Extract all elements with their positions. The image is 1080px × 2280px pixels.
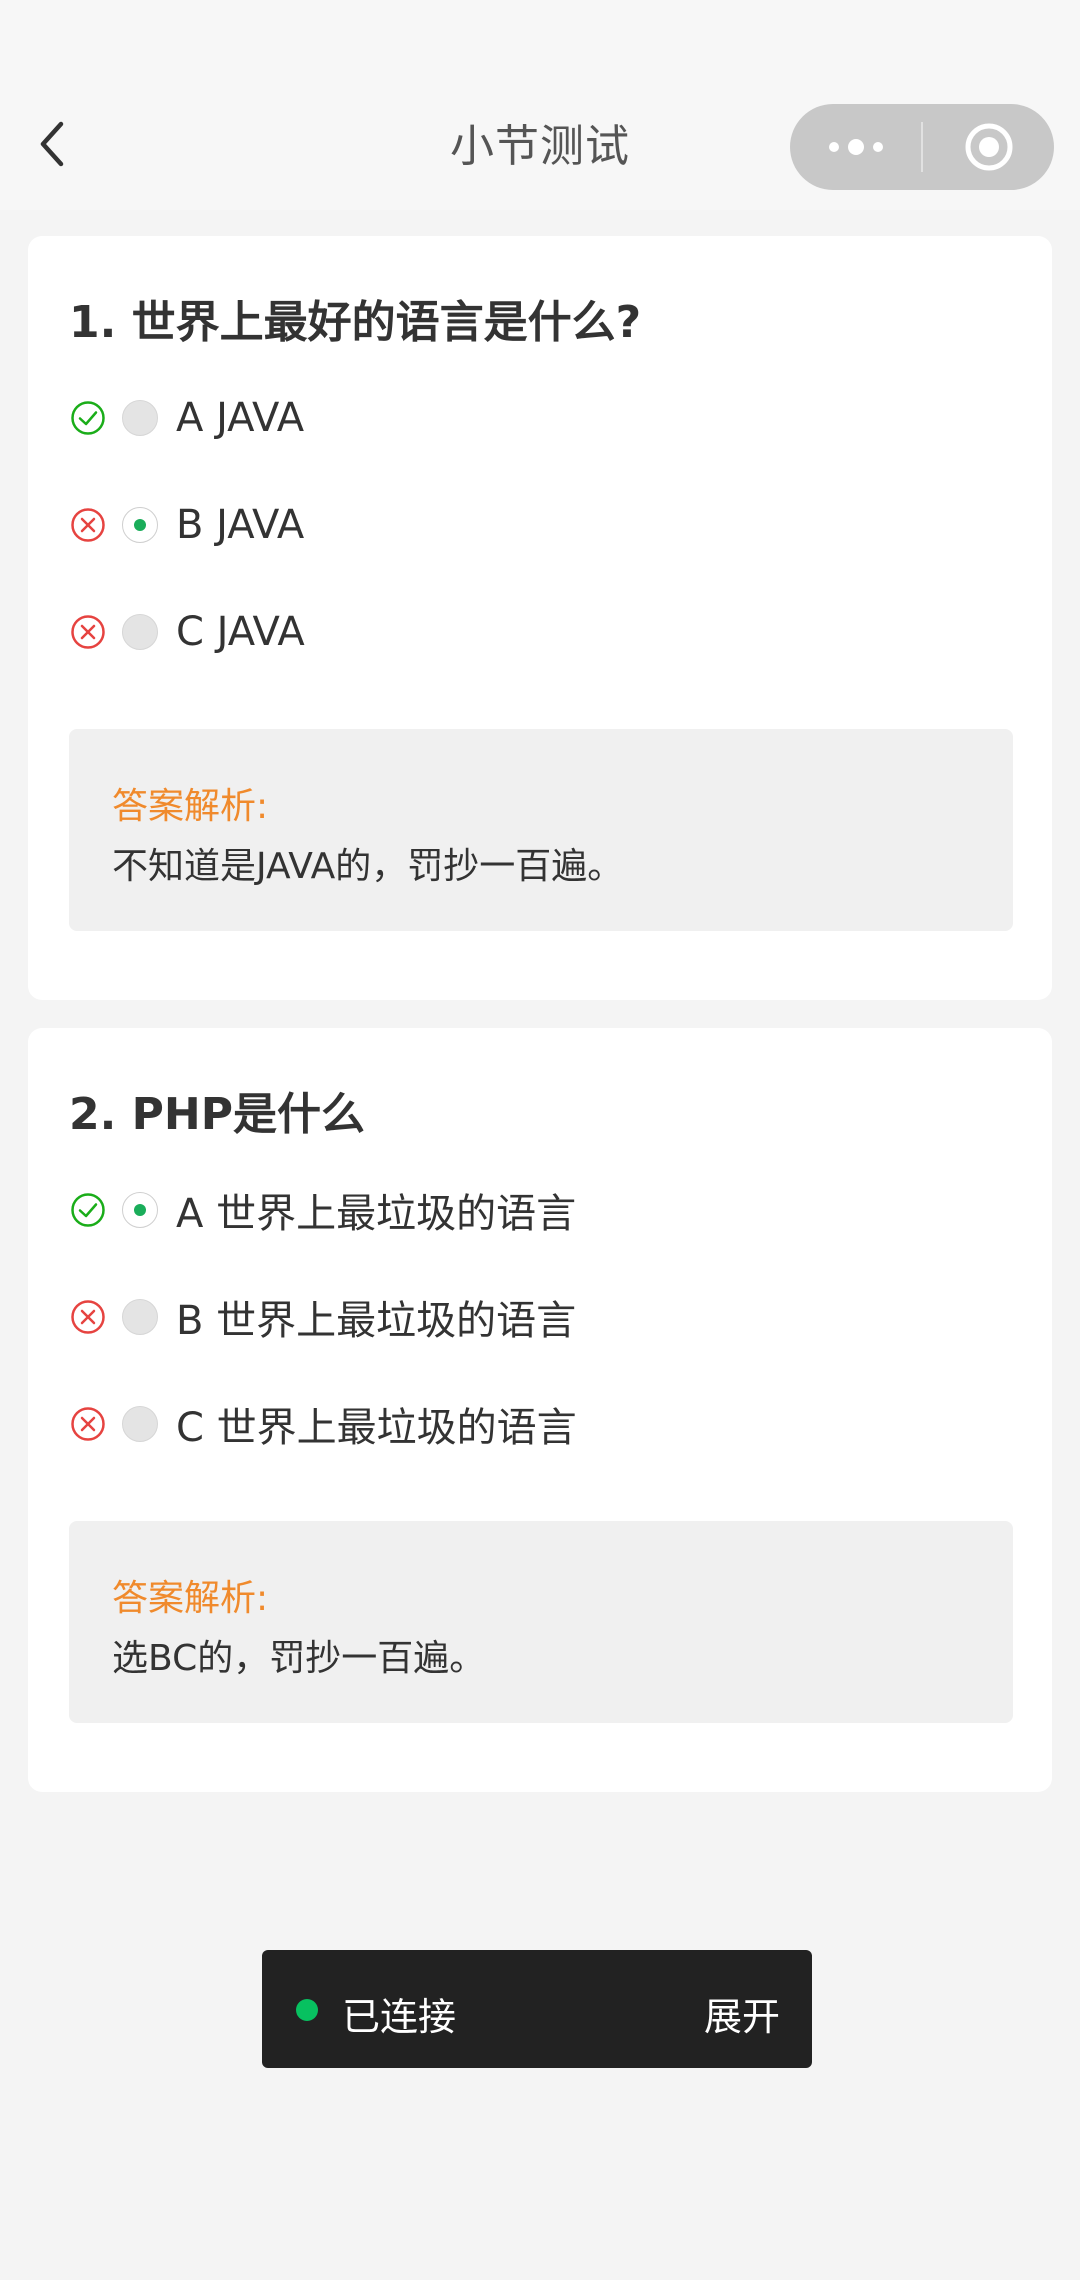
wrong-cross-icon — [68, 1404, 108, 1444]
option-c[interactable]: C JAVA — [68, 602, 305, 662]
option-label: A 世界上最垃圾的语言 — [176, 1191, 577, 1237]
connected-dot-icon — [296, 1999, 318, 2021]
question-card-2: 2. PHP是什么 A 世界上最垃圾的语言 B 世界上最垃圾的语言 C 世界上最… — [28, 1028, 1052, 1792]
option-c[interactable]: C 世界上最垃圾的语言 — [68, 1394, 577, 1454]
analysis-text: 不知道是JAVA的，罚抄一百遍。 — [112, 846, 624, 887]
option-a[interactable]: A JAVA — [68, 388, 304, 448]
target-close-icon — [965, 123, 1012, 171]
option-b[interactable]: B 世界上最垃圾的语言 — [68, 1287, 576, 1347]
radio-button[interactable] — [122, 1406, 158, 1442]
question-title: 2. PHP是什么 — [69, 1089, 365, 1140]
option-a[interactable]: A 世界上最垃圾的语言 — [68, 1180, 576, 1240]
wrong-cross-icon — [68, 612, 108, 652]
correct-check-icon — [68, 398, 108, 438]
connection-status-text: 已连接 — [342, 1995, 457, 2039]
connection-status-bar: 已连接 展开 — [262, 1950, 812, 2068]
question-card-1: 1. 世界上最好的语言是什么? A JAVA B JAVA C JAVA 答案解… — [28, 236, 1052, 1000]
radio-dot — [134, 1204, 146, 1216]
option-label: A JAVA — [176, 395, 305, 441]
option-label: C 世界上最垃圾的语言 — [176, 1405, 577, 1451]
radio-button-selected[interactable] — [122, 1192, 158, 1228]
more-dots-icon — [828, 139, 883, 155]
mini-program-capsule — [790, 104, 1054, 190]
expand-button[interactable]: 展开 — [704, 1986, 780, 2041]
correct-check-icon — [68, 1190, 108, 1230]
analysis-label: 答案解析: — [112, 1578, 269, 1619]
question-title: 1. 世界上最好的语言是什么? — [69, 297, 642, 348]
quiz-page: 小节测试 1. 世界上最好的语言是什么? A JAVA B JAVA C JAV… — [0, 0, 1080, 2280]
option-label: C JAVA — [176, 609, 305, 655]
radio-button[interactable] — [122, 400, 158, 436]
analysis-text: 选BC的，罚抄一百遍。 — [112, 1638, 486, 1679]
answer-analysis: 答案解析: 不知道是JAVA的，罚抄一百遍。 — [69, 729, 1013, 931]
option-label: B JAVA — [176, 502, 305, 548]
more-button[interactable] — [790, 104, 921, 190]
wrong-cross-icon — [68, 505, 108, 545]
radio-button-selected[interactable] — [122, 507, 158, 543]
answer-analysis: 答案解析: 选BC的，罚抄一百遍。 — [69, 1521, 1013, 1723]
option-b[interactable]: B JAVA — [68, 495, 304, 555]
radio-button[interactable] — [122, 1299, 158, 1335]
option-label: B 世界上最垃圾的语言 — [176, 1298, 577, 1344]
wrong-cross-icon — [68, 1297, 108, 1337]
radio-dot — [134, 519, 146, 531]
nav-bar: 小节测试 — [0, 0, 1080, 210]
analysis-label: 答案解析: — [112, 786, 269, 827]
close-button[interactable] — [923, 104, 1054, 190]
radio-button[interactable] — [122, 614, 158, 650]
